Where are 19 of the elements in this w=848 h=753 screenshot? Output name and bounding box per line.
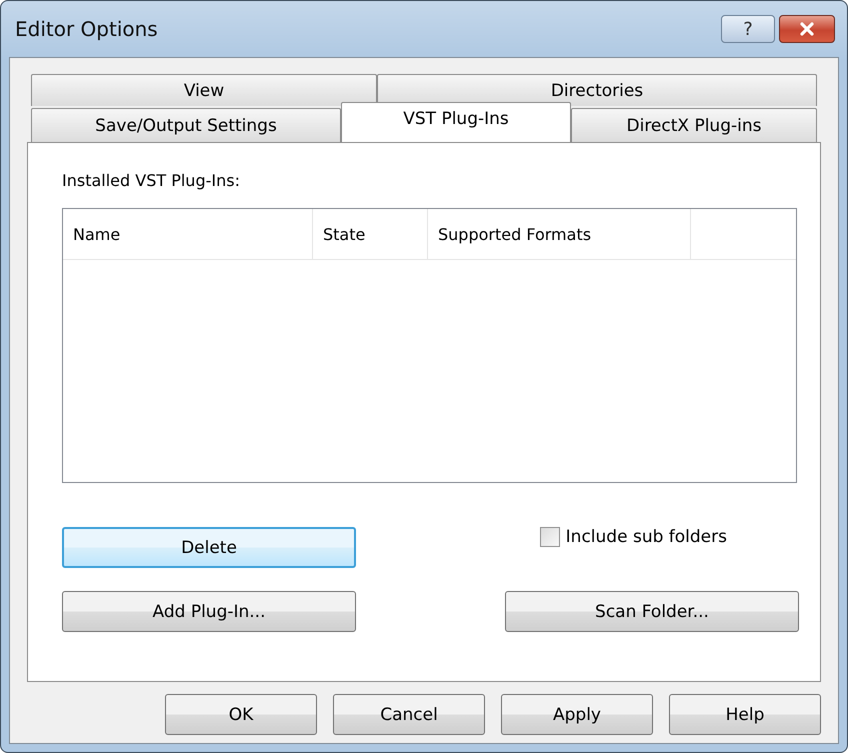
delete-button[interactable]: Delete <box>62 527 356 568</box>
checkbox[interactable] <box>540 527 560 547</box>
tab[interactable]: DirectX Plug-ins <box>571 108 817 142</box>
dialog-button[interactable]: Apply <box>501 694 653 735</box>
dialog-button[interactable]: Cancel <box>333 694 485 735</box>
tab[interactable]: VST Plug-Ins <box>341 102 571 142</box>
dialog-button[interactable]: Help <box>669 694 821 735</box>
close-button[interactable] <box>779 15 835 43</box>
add-plugin-button[interactable]: Add Plug-In... <box>62 591 356 632</box>
tab[interactable]: Directories <box>377 74 817 106</box>
plugin-list[interactable]: Name State Supported Formats <box>62 208 797 483</box>
help-button[interactable]: ? <box>721 15 775 43</box>
checkbox-label[interactable]: Include sub folders <box>566 527 727 547</box>
dialog-button[interactable]: OK <box>165 694 317 735</box>
window-title: Editor Options <box>15 17 158 41</box>
tab[interactable]: View <box>31 74 377 106</box>
tab[interactable]: Save/Output Settings <box>31 108 341 142</box>
scan-folder-button[interactable]: Scan Folder... <box>505 591 799 632</box>
list-label: Installed VST Plug-Ins: <box>62 171 240 190</box>
